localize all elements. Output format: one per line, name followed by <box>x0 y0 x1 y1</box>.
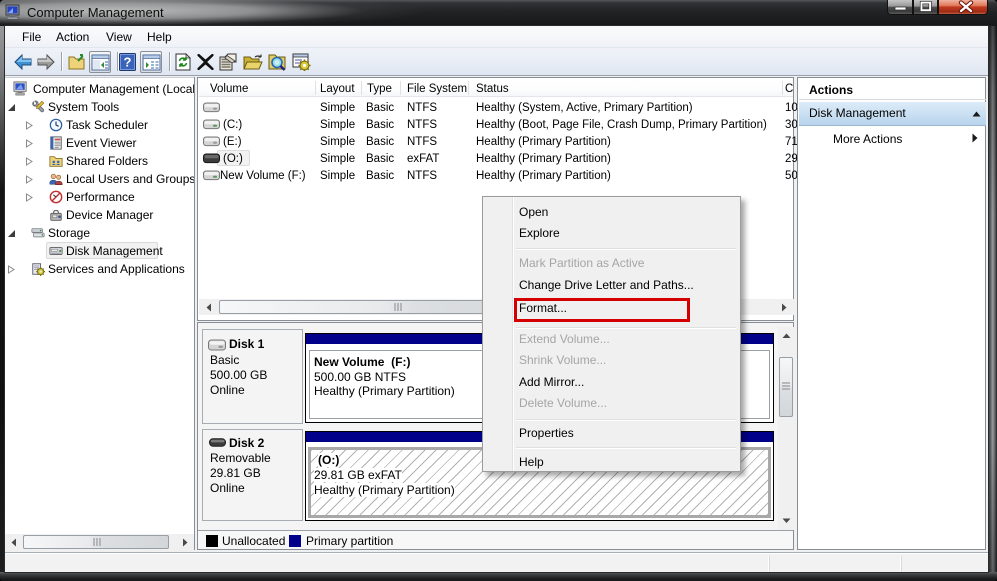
svg-text:?: ? <box>124 55 132 70</box>
